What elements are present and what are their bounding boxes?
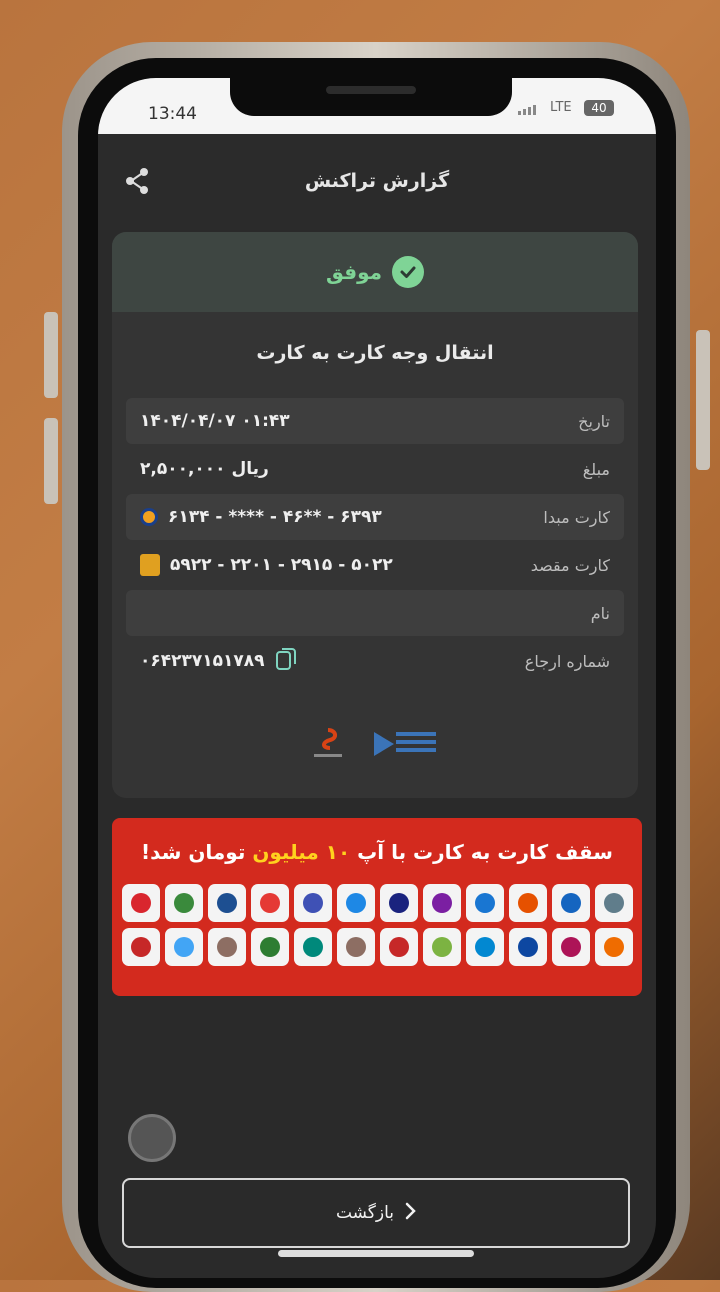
row-value: ۱۴۰۴/۰۴/۰۷ ۰۱:۴۳ <box>140 411 290 431</box>
page-title: گزارش تراکنش <box>304 170 450 192</box>
row-date: ۱۴۰۴/۰۴/۰۷ ۰۱:۴۳ تاریخ <box>126 398 624 444</box>
bank-logo-icon <box>336 928 375 966</box>
side-button <box>696 330 710 470</box>
row-source-card: ۶۱۳۴ - **** - ۴۶** - ۶۳۹۳ کارت مبدا <box>126 494 624 540</box>
bank-logo-icon <box>336 884 375 922</box>
bank-logo-icon <box>121 928 160 966</box>
row-value: ۲,۵۰۰,۰۰۰ ریال <box>140 459 269 479</box>
bank-logo-icon <box>379 928 418 966</box>
bank-logo-icon <box>207 884 246 922</box>
network-label: LTE <box>550 100 572 115</box>
row-dest-card: ۵۹۲۲ - ۲۲۰۱ - ۲۹۱۵ - ۵۰۲۲ کارت مقصد <box>126 542 624 588</box>
bank-network-logo-icon <box>372 728 438 764</box>
bank-logo-icon <box>465 884 504 922</box>
bank-logo-icon <box>164 928 203 966</box>
bank-logo-grid <box>118 884 636 966</box>
battery-icon: 40 <box>584 100 614 116</box>
bank-logo-icon <box>594 928 633 966</box>
row-value: ۶۱۳۴ - **** - ۴۶** - ۶۳۹۳ <box>168 507 382 527</box>
banner-text: تومان شد! <box>141 840 253 864</box>
signal-icon <box>518 105 536 115</box>
row-label: شماره ارجاع <box>524 651 610 671</box>
row-name: نام <box>126 590 624 636</box>
back-label: بازگشت <box>335 1203 395 1223</box>
status-time: 13:44 <box>148 104 197 124</box>
banner-title: سقف کارت به کارت با آپ ۱۰ میلیون تومان ش… <box>112 840 642 864</box>
shaparak-logo-icon <box>310 728 346 766</box>
transaction-type: انتقال وجه کارت به کارت <box>256 342 494 364</box>
bank-logo-icon <box>508 928 547 966</box>
side-button <box>44 312 58 398</box>
bank-logo-icon <box>594 884 633 922</box>
home-indicator <box>278 1250 474 1257</box>
bank-logo-icon <box>422 928 461 966</box>
row-label: نام <box>590 603 610 623</box>
speaker <box>326 86 416 94</box>
row-value: ۵۹۲۲ - ۲۲۰۱ - ۲۹۱۵ - ۵۰۲۲ <box>170 555 393 575</box>
status-strip: موفق <box>112 232 638 312</box>
status-bar: 13:44 LTE 40 <box>98 78 656 134</box>
copy-icon[interactable] <box>275 647 297 676</box>
promo-banner[interactable]: سقف کارت به کارت با آپ ۱۰ میلیون تومان ش… <box>112 818 642 996</box>
row-value: ۰۶۴۲۳۷۱۵۱۷۸۹ <box>140 651 265 671</box>
bank-logo-icon <box>551 884 590 922</box>
bank-logo-icon <box>379 884 418 922</box>
bank-logo-icon <box>551 928 590 966</box>
notch <box>230 78 512 116</box>
bank-logo-icon <box>465 928 504 966</box>
bank-logo-icon <box>508 884 547 922</box>
bank-logo-icon <box>293 928 332 966</box>
row-reference: ۰۶۴۲۳۷۱۵۱۷۸۹ شماره ارجاع <box>126 638 624 684</box>
assistive-touch-button[interactable] <box>128 1114 176 1162</box>
check-circle-icon <box>392 256 425 288</box>
side-button <box>44 418 58 504</box>
banner-text: سقف کارت به کارت با آپ <box>350 840 613 864</box>
status-label: موفق <box>325 260 383 284</box>
banner-highlight: ۱۰ میلیون <box>252 840 351 864</box>
bank-logo-icon <box>207 928 246 966</box>
bank-logo-icon <box>164 884 203 922</box>
row-label: تاریخ <box>578 411 610 431</box>
bank-logo-icon <box>140 554 160 576</box>
row-label: کارت مقصد <box>530 555 610 575</box>
bank-logo-icon <box>293 884 332 922</box>
bank-logo-icon <box>250 928 289 966</box>
chevron-right-icon <box>404 1202 416 1225</box>
row-amount: ۲,۵۰۰,۰۰۰ ریال مبلغ <box>126 446 624 492</box>
bank-logo-icon <box>422 884 461 922</box>
receipt-card: موفق انتقال وجه کارت به کارت ۱۴۰۴/۰۴/۰۷ … <box>112 232 638 798</box>
screen: 13:44 LTE 40 گزارش تراکنش موفق انتقال وج… <box>98 78 656 1278</box>
row-label: مبلغ <box>582 459 610 479</box>
bank-logo-icon <box>140 508 158 526</box>
bank-logo-icon <box>121 884 160 922</box>
app-header: گزارش تراکنش <box>98 134 656 230</box>
bank-logo-icon <box>250 884 289 922</box>
back-button[interactable]: بازگشت <box>122 1178 630 1248</box>
row-label: کارت مبدا <box>543 507 610 527</box>
